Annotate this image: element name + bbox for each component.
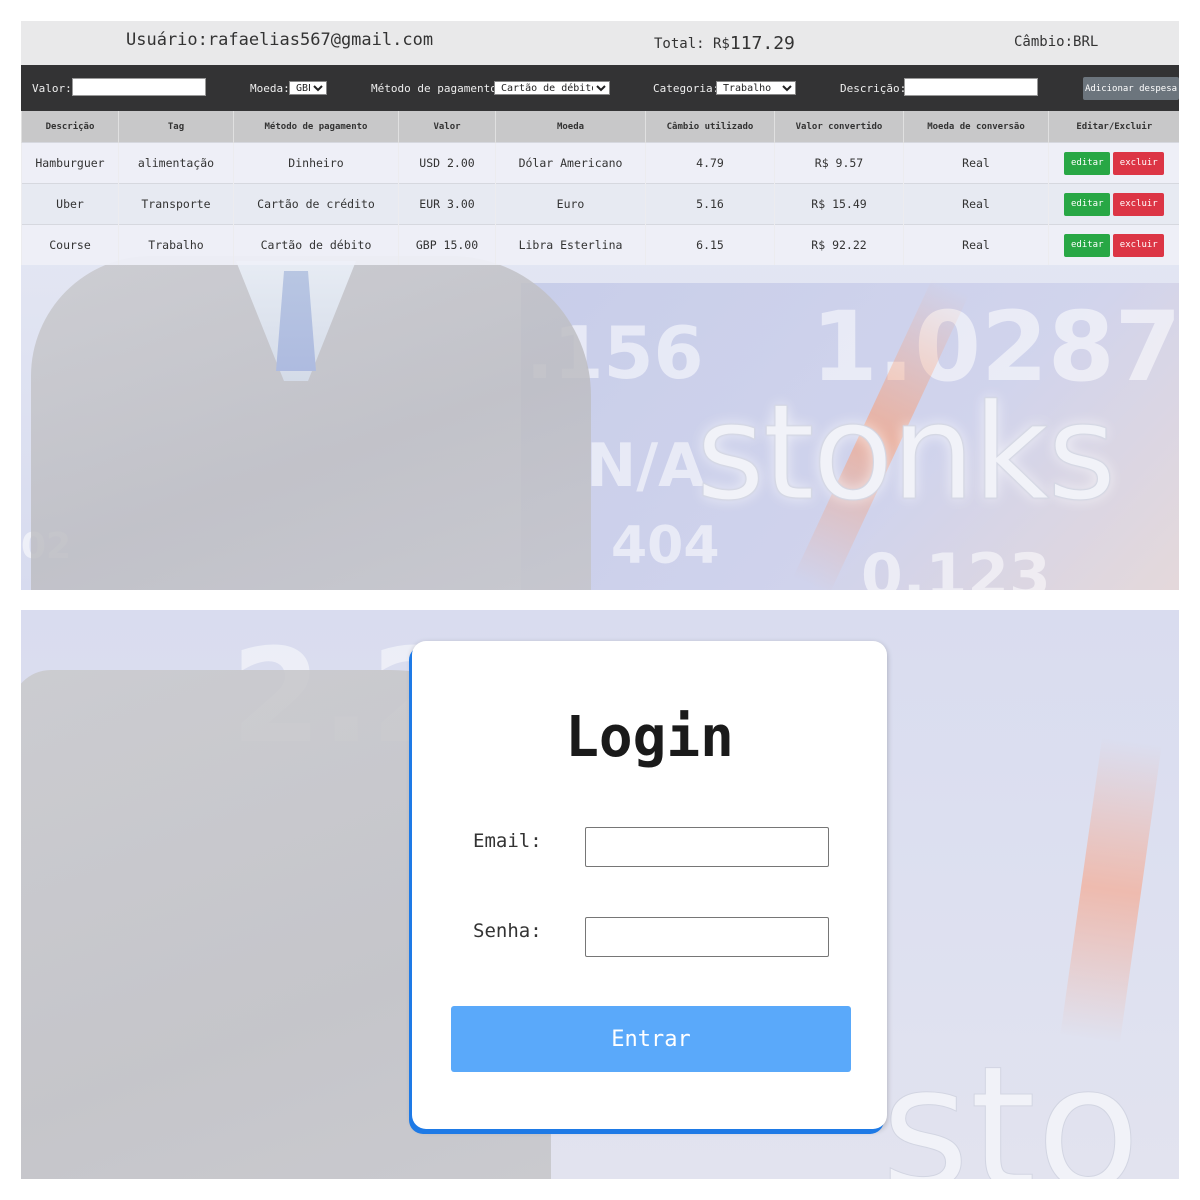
cell-descricao: Course [21, 224, 119, 265]
edit-button[interactable]: editar [1064, 192, 1111, 216]
expenses-screen: .156 1.0287 N/A 404 0.123 02 stonks Usuá… [21, 21, 1179, 590]
cell-moeda: Euro [495, 183, 646, 225]
column-header: Método de pagamento [233, 111, 399, 143]
login-title: Login [565, 705, 734, 770]
column-header: Descrição [21, 111, 119, 143]
email-label: Email: [473, 830, 542, 852]
stonks-logo-text-partial: sto [880, 1030, 1141, 1180]
valor-label: Valor: [32, 82, 72, 95]
total-info: Total: R$117.29 [654, 32, 795, 54]
moeda-select[interactable]: GBP [289, 81, 327, 95]
cell-convertido: R$ 15.49 [774, 183, 904, 225]
cell-tag: alimentação [118, 142, 234, 184]
table-row: Uber Transporte Cartão de crédito EUR 3.… [21, 183, 1179, 225]
cell-descricao: Uber [21, 183, 119, 225]
cell-metodo: Dinheiro [233, 142, 399, 184]
cell-actions: editar excluir [1048, 224, 1179, 265]
edit-button[interactable]: editar [1064, 233, 1111, 257]
senha-label: Senha: [473, 920, 542, 942]
cambio-label: Câmbio: [1014, 34, 1074, 50]
column-header: Valor convertido [774, 111, 904, 143]
cell-descricao: Hamburguer [21, 142, 119, 184]
cambio-info: Câmbio:BRL [1014, 34, 1098, 50]
descricao-label: Descrição: [840, 82, 907, 95]
cell-convertido: R$ 9.57 [774, 142, 904, 184]
password-field[interactable] [585, 917, 829, 957]
cell-cambio: 5.16 [645, 183, 775, 225]
column-header: Valor [398, 111, 496, 143]
background-number: 0.123 [861, 541, 1051, 590]
column-header: Moeda de conversão [903, 111, 1049, 143]
delete-button[interactable]: excluir [1113, 192, 1165, 216]
cell-convertido: R$ 92.22 [774, 224, 904, 265]
edit-button[interactable]: editar [1064, 151, 1111, 175]
stonks-logo-text: stonks [695, 376, 1116, 531]
column-header: Tag [118, 111, 234, 143]
background-flare [1060, 737, 1162, 1043]
cell-metodo: Cartão de crédito [233, 183, 399, 225]
column-header: Editar/Excluir [1048, 111, 1179, 143]
login-submit-button[interactable]: Entrar [451, 1006, 851, 1072]
add-expense-button[interactable]: Adicionar despesa [1083, 77, 1179, 100]
cambio-value: BRL [1073, 34, 1099, 50]
total-label: Total: R$ [654, 36, 730, 52]
cell-cambio: 4.79 [645, 142, 775, 184]
categoria-select[interactable]: Trabalho [716, 81, 796, 95]
expenses-table: Descrição Tag Método de pagamento Valor … [21, 111, 1179, 265]
cell-moeda: Libra Esterlina [495, 224, 646, 265]
cell-actions: editar excluir [1048, 183, 1179, 225]
user-label: Usuário: [126, 30, 208, 50]
top-bar: Usuário:rafaelias567@gmail.com Total: R$… [21, 21, 1179, 65]
user-info: Usuário:rafaelias567@gmail.com [126, 30, 433, 50]
cell-actions: editar excluir [1048, 142, 1179, 184]
cell-cambio: 6.15 [645, 224, 775, 265]
cell-metodo: Cartão de débito [233, 224, 399, 265]
total-value: 117.29 [729, 33, 795, 54]
background-number: N/A [586, 431, 705, 501]
metodo-select[interactable]: Cartão de débito [494, 81, 610, 95]
user-email: rafaelias567@gmail.com [207, 30, 434, 50]
descricao-input[interactable] [904, 78, 1038, 96]
delete-button[interactable]: excluir [1113, 151, 1165, 175]
login-card: Login Email: Senha: Entrar [412, 641, 887, 1129]
table-row: Hamburguer alimentação Dinheiro USD 2.00… [21, 142, 1179, 184]
cell-valor: GBP 15.00 [398, 224, 496, 265]
cell-valor: USD 2.00 [398, 142, 496, 184]
metodo-label: Método de pagamento: [371, 82, 504, 95]
table-header-row: Descrição Tag Método de pagamento Valor … [21, 111, 1179, 143]
table-row: Course Trabalho Cartão de débito GBP 15.… [21, 224, 1179, 265]
moeda-label: Moeda: [250, 82, 290, 95]
cell-moeda-conversao: Real [903, 224, 1049, 265]
login-screen: 2.2 sto Login Email: Senha: Entrar [21, 610, 1179, 1179]
valor-input[interactable] [72, 78, 206, 96]
cell-moeda-conversao: Real [903, 183, 1049, 225]
cell-tag: Transporte [118, 183, 234, 225]
cell-moeda: Dólar Americano [495, 142, 646, 184]
expense-form: Valor: Moeda: GBP Método de pagamento: C… [21, 65, 1179, 111]
cell-valor: EUR 3.00 [398, 183, 496, 225]
categoria-label: Categoria: [653, 82, 720, 95]
cell-tag: Trabalho [118, 224, 234, 265]
delete-button[interactable]: excluir [1113, 233, 1165, 257]
email-field[interactable] [585, 827, 829, 867]
column-header: Câmbio utilizado [645, 111, 775, 143]
column-header: Moeda [495, 111, 646, 143]
cell-moeda-conversao: Real [903, 142, 1049, 184]
